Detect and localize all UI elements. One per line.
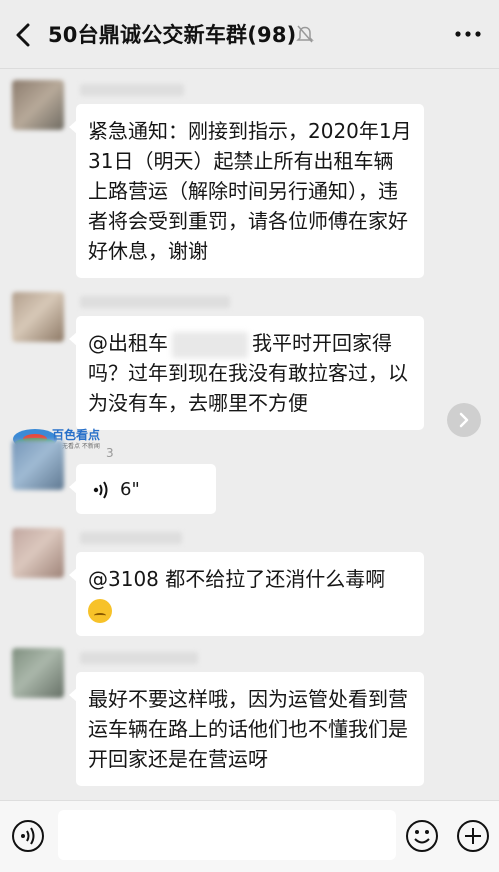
emoji-button[interactable]	[404, 818, 440, 858]
scroll-arrow-button[interactable]	[447, 403, 481, 437]
emoji-icon	[406, 820, 438, 852]
avatar[interactable]	[12, 80, 64, 130]
watermark-subtitle: 无看点 不新闻	[62, 443, 100, 450]
sender-name-redacted	[80, 652, 198, 664]
mute-indicator	[296, 24, 314, 48]
message-text: @3108 都不给拉了还消什么毒啊	[76, 552, 424, 636]
voice-wave-icon	[93, 481, 108, 499]
voice-toggle-icon	[12, 820, 44, 852]
sender-name-redacted	[80, 532, 182, 544]
avatar[interactable]	[12, 528, 64, 578]
voice-toggle-button[interactable]	[10, 818, 46, 858]
avatar[interactable]	[12, 440, 64, 490]
message-text: 最好不要这样哦，因为运管处看到营运车辆在路上的话他们也不懂我们是开回家还是在营运…	[88, 687, 408, 771]
chevron-right-icon	[459, 412, 469, 428]
message-bubble[interactable]: @出租车 我平时开回家得吗？过年到现在我没有敢拉客过，以为没有车，去哪里不方便	[69, 316, 424, 430]
thinking-face-icon	[88, 598, 112, 623]
avatar[interactable]	[12, 648, 64, 698]
message-bubble[interactable]: 最好不要这样哦，因为运管处看到营运车辆在路上的话他们也不懂我们是开回家还是在营运…	[69, 672, 424, 786]
bell-off-icon	[296, 25, 314, 43]
avatar[interactable]	[12, 292, 64, 342]
redacted-patch	[172, 331, 248, 358]
plus-button[interactable]	[455, 818, 491, 858]
sender-name-redacted	[80, 296, 230, 308]
ellipsis-icon	[455, 31, 481, 37]
sender-name-redacted	[80, 84, 184, 96]
mention: @出租车	[88, 331, 168, 355]
voice-content: 6"	[92, 475, 140, 505]
sender-name: 3	[106, 446, 114, 460]
voice-duration: 6"	[120, 479, 140, 500]
message-input[interactable]	[58, 810, 396, 860]
voice-message[interactable]: 6"	[69, 464, 216, 514]
chat-title: 50台鼎诚公交新车群(98)	[48, 23, 297, 47]
message-text: @出租车 我平时开回家得吗？过年到现在我没有敢拉客过，以为没有车，去哪里不方便	[76, 316, 424, 430]
chevron-left-icon	[16, 23, 30, 47]
message-text: 紧急通知：刚接到指示，2020年1月31日（明天）起禁止所有出租车辆上路营运（解…	[88, 119, 412, 263]
plus-icon	[457, 820, 489, 852]
message-body: @3108 都不给拉了还消什么毒啊	[88, 567, 386, 591]
message-bubble[interactable]: 紧急通知：刚接到指示，2020年1月31日（明天）起禁止所有出租车辆上路营运（解…	[69, 104, 424, 278]
back-button[interactable]	[10, 20, 36, 50]
message-bubble[interactable]: @3108 都不给拉了还消什么毒啊	[69, 552, 424, 636]
more-button[interactable]	[454, 24, 482, 48]
chat-header: 50台鼎诚公交新车群(98)	[0, 0, 499, 69]
